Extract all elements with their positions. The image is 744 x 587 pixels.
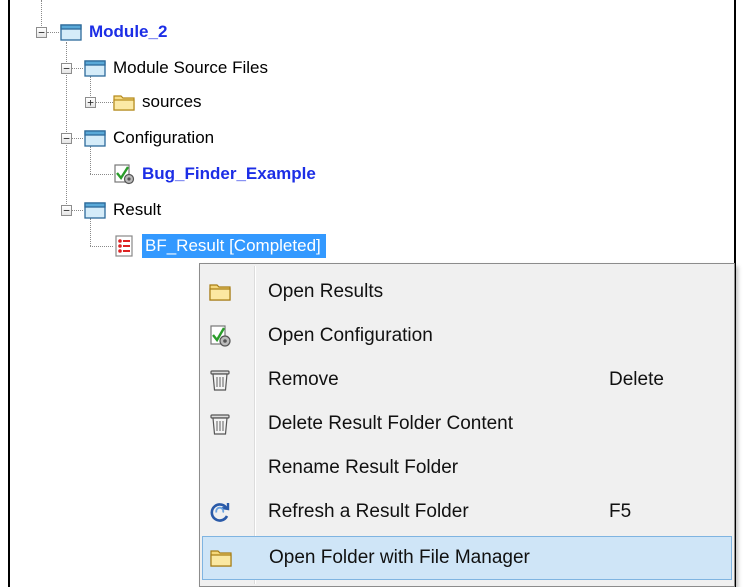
project-folder-icon xyxy=(60,24,82,41)
trash-icon xyxy=(210,414,230,435)
menu-item-open-configuration[interactable]: Open Configuration xyxy=(202,314,732,358)
tree-node-configuration[interactable]: Configuration xyxy=(84,123,214,153)
tree-node-source-files[interactable]: Module Source Files xyxy=(84,53,268,83)
menu-item-rename-result-folder[interactable]: Rename Result Folder xyxy=(202,446,732,490)
menu-item-shortcut: Delete xyxy=(609,369,664,390)
tree-node-sources[interactable]: sources xyxy=(113,87,202,117)
tree-node-label: Configuration xyxy=(113,128,215,147)
configuration-folder-icon xyxy=(84,130,106,147)
menu-item-label: Open Configuration xyxy=(268,325,433,346)
menu-item-label: Remove xyxy=(268,369,339,390)
tree-connector xyxy=(95,102,113,103)
menu-item-refresh-result-folder[interactable]: Refresh a Result Folder F5 xyxy=(202,490,732,534)
result-list-icon xyxy=(115,235,133,257)
tree-connector xyxy=(47,32,59,33)
tree-node-label: Bug_Finder_Example xyxy=(142,164,316,183)
tree-node-label: Result xyxy=(113,200,162,219)
refresh-icon xyxy=(210,503,230,522)
expand-toggle-sources[interactable]: + xyxy=(85,97,96,108)
menu-item-label: Open Folder with File Manager xyxy=(269,547,530,568)
collapse-toggle-result[interactable]: − xyxy=(61,205,72,216)
tree-node-module[interactable]: Module_2 xyxy=(60,17,167,47)
menu-item-open-folder-with-file-manager[interactable]: Open Folder with File Manager xyxy=(202,536,732,580)
folder-icon xyxy=(113,95,135,111)
menu-item-shortcut: F5 xyxy=(609,501,632,522)
menu-item-open-results[interactable]: Open Results xyxy=(202,270,732,314)
folder-icon xyxy=(210,550,232,567)
menu-item-label: Refresh a Result Folder xyxy=(268,501,469,522)
folder-icon xyxy=(209,284,231,301)
menu-item-delete-result-folder-content[interactable]: Delete Result Folder Content xyxy=(202,402,732,446)
tree-node-result[interactable]: Result xyxy=(84,195,161,225)
result-folder-icon xyxy=(84,202,106,219)
tree-connector xyxy=(41,0,42,28)
project-tree: − − + − − Module_2 Module Source Files s… xyxy=(0,0,744,270)
tree-connector xyxy=(90,246,113,247)
collapse-toggle-configuration[interactable]: − xyxy=(61,133,72,144)
collapse-toggle-source-files[interactable]: − xyxy=(61,63,72,74)
tree-connector xyxy=(71,68,83,69)
menu-item-label: Delete Result Folder Content xyxy=(268,413,514,434)
configuration-icon xyxy=(210,325,231,347)
collapse-toggle-module[interactable]: − xyxy=(36,27,47,38)
tree-node-label: Module_2 xyxy=(89,22,168,41)
menu-item-label: Open Results xyxy=(268,281,384,302)
source-files-folder-icon xyxy=(84,60,106,77)
tree-connector xyxy=(71,210,83,211)
tree-node-bug-finder[interactable]: Bug_Finder_Example xyxy=(113,159,316,189)
context-menu: Open Results Open Configuration Remove D… xyxy=(199,263,735,587)
tree-connector xyxy=(71,138,83,139)
tree-connector xyxy=(90,174,113,175)
menu-item-remove[interactable]: Remove Delete xyxy=(202,358,732,402)
trash-icon xyxy=(210,370,230,391)
tree-node-bf-result[interactable]: BF_Result [Completed] xyxy=(113,231,326,261)
bug-finder-config-icon xyxy=(114,164,135,185)
menu-item-label: Rename Result Folder xyxy=(268,457,459,478)
tree-node-label: BF_Result [Completed] xyxy=(142,234,326,258)
tree-node-label: sources xyxy=(142,92,202,111)
tree-node-label: Module Source Files xyxy=(113,58,268,77)
